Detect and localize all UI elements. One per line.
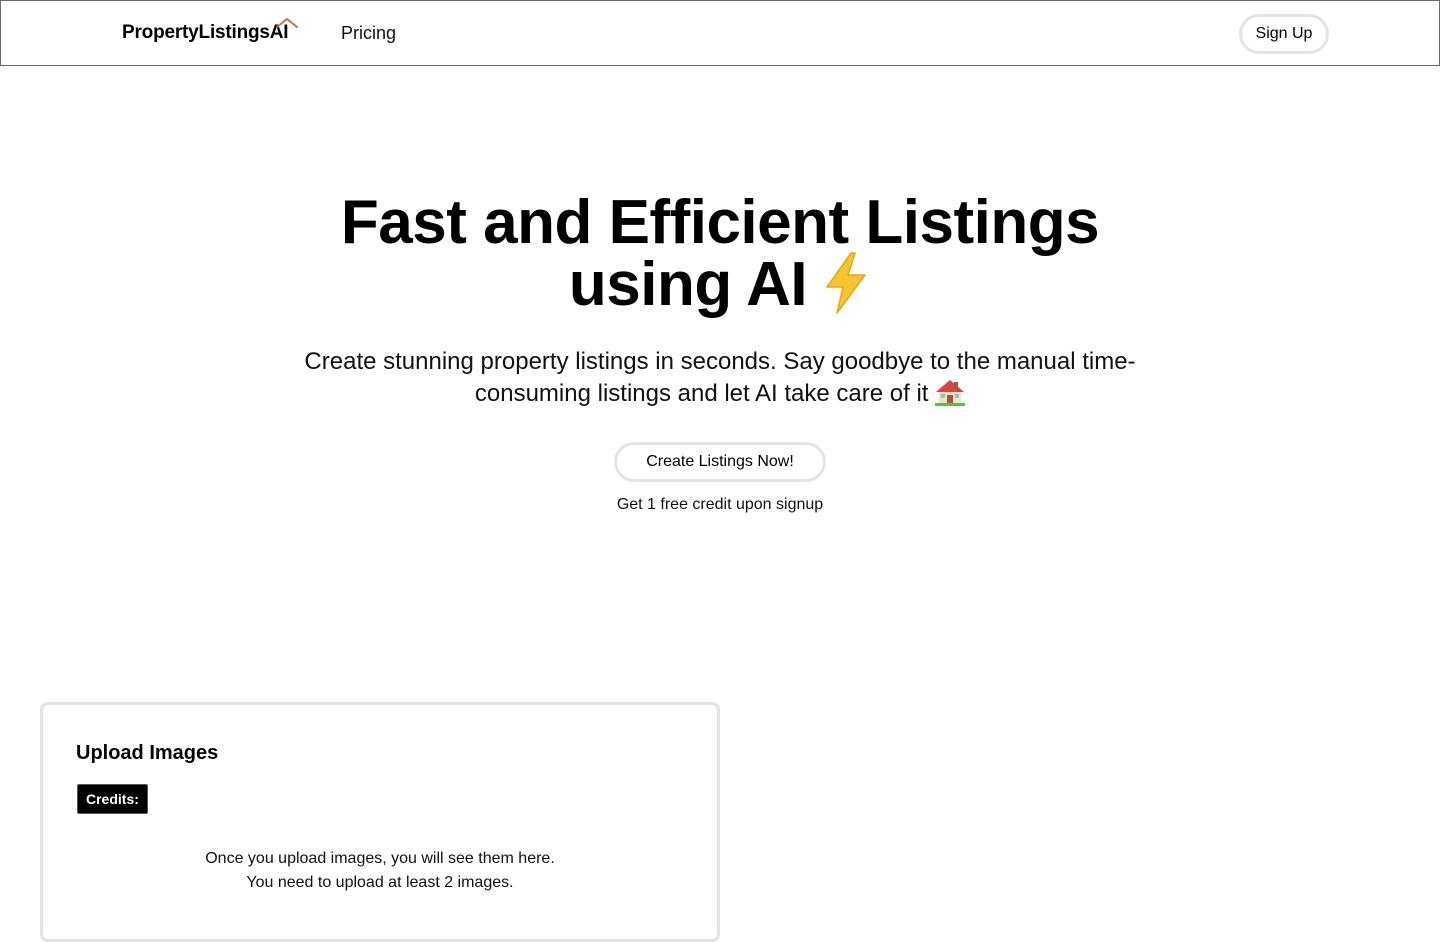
upload-empty-message: Once you upload images, you will see the… xyxy=(43,847,717,895)
create-listings-button[interactable]: Create Listings Now! xyxy=(614,442,826,482)
upload-message-line-1: Once you upload images, you will see the… xyxy=(205,850,555,867)
hero-title-line-2: using AI xyxy=(0,251,1440,316)
roof-icon xyxy=(276,18,298,28)
top-navbar: PropertyListingsAI Pricing Sign Up xyxy=(0,0,1440,66)
nav-link-pricing[interactable]: Pricing xyxy=(341,23,396,44)
hero-title-line-1: Fast and Efficient Listings xyxy=(340,188,1100,257)
free-credit-note: Get 1 free credit upon signup xyxy=(616,496,824,513)
hero-title: Fast and Efficient Listings using AI xyxy=(0,192,1440,316)
upload-message-line-2: You need to upload at least 2 images. xyxy=(246,874,514,891)
logo[interactable]: PropertyListingsAI xyxy=(122,22,289,44)
sign-up-button[interactable]: Sign Up xyxy=(1239,14,1329,54)
lightning-bolt-icon xyxy=(826,251,866,314)
hero-subtitle-text: Create stunning property listings in sec… xyxy=(304,348,1136,407)
upload-images-card: Upload Images Credits: Once you upload i… xyxy=(40,702,720,942)
credits-badge: Credits: xyxy=(77,784,148,814)
hero-subtitle: Create stunning property listings in sec… xyxy=(260,346,1180,410)
upload-card-title: Upload Images xyxy=(76,742,219,764)
house-icon xyxy=(935,379,966,406)
hero-title-line-2-text: using AI xyxy=(568,250,808,319)
